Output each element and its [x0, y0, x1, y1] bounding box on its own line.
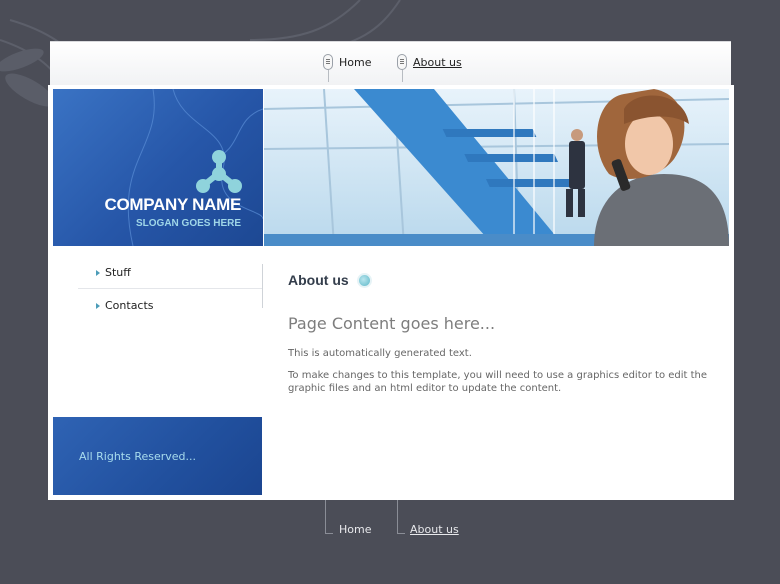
content-paragraph: This is automatically generated text. — [288, 348, 472, 359]
molecule-logo-icon — [196, 150, 242, 193]
company-name: COMPANY NAME — [104, 195, 241, 214]
top-nav-home-label[interactable]: Home — [339, 56, 371, 69]
nav-tab-icon — [397, 54, 407, 82]
header-photo-illustration — [264, 89, 729, 246]
arrow-right-icon — [96, 270, 100, 276]
brand-logo-panel: COMPANY NAME SLOGAN GOES HERE — [53, 89, 263, 246]
section-title-text: About us — [288, 272, 349, 288]
arrow-right-icon — [96, 303, 100, 309]
bullet-circle-icon — [356, 272, 372, 288]
sidebar-divider — [262, 264, 263, 308]
sidebar-footer: All Rights Reserved... — [53, 417, 262, 495]
main-content: About us Page Content goes here... This … — [288, 272, 708, 395]
bottom-nav-connector — [397, 500, 398, 534]
sidebar-menu: Stuff Contacts — [78, 256, 262, 322]
content-paragraph: To make changes to this template, you wi… — [288, 370, 708, 394]
top-nav-about[interactable]: About us — [397, 54, 462, 82]
bottom-nav-about[interactable]: About us — [410, 523, 459, 536]
section-title: About us — [288, 272, 708, 288]
content-heading: Page Content goes here... — [288, 314, 496, 333]
top-nav-about-link[interactable]: About us — [413, 56, 462, 69]
company-slogan: SLOGAN GOES HERE — [135, 218, 241, 229]
header-photo — [264, 89, 729, 246]
nav-tab-icon — [323, 54, 333, 82]
sidebar-item-stuff[interactable]: Stuff — [78, 256, 262, 289]
bottom-nav-connector — [397, 533, 405, 534]
sidebar-item-contacts[interactable]: Contacts — [78, 289, 262, 322]
sidebar-item-label[interactable]: Stuff — [105, 266, 131, 279]
bottom-navigation: Home About us — [0, 500, 780, 560]
bottom-nav-connector — [325, 533, 333, 534]
copyright-text: All Rights Reserved... — [79, 450, 197, 463]
sidebar-item-label[interactable]: Contacts — [105, 299, 154, 312]
top-navigation: Home About us — [50, 41, 731, 86]
bottom-nav-home[interactable]: Home — [339, 523, 371, 536]
top-nav-home[interactable]: Home — [323, 54, 371, 82]
bottom-nav-about-link[interactable]: About us — [410, 523, 459, 536]
bottom-nav-connector — [325, 500, 326, 534]
